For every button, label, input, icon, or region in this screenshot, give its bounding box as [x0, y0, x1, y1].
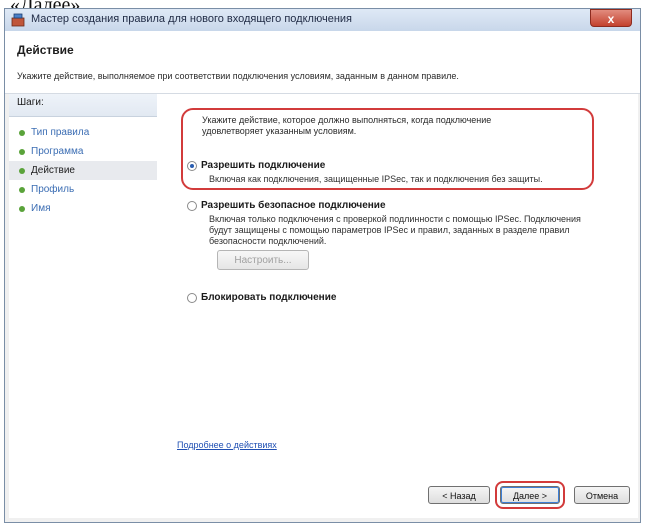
next-button[interactable]: Далее > — [500, 486, 560, 504]
back-button[interactable]: < Назад — [428, 486, 490, 504]
block-radio[interactable] — [187, 293, 197, 303]
wizard-body: Шаги: Тип правила Программа Действие Про… — [5, 94, 640, 522]
close-button[interactable]: x — [590, 9, 632, 27]
option-allow-connection[interactable]: Разрешить подключение Включая как подклю… — [187, 160, 617, 188]
step-bullet-icon — [19, 168, 25, 174]
step-rule-type[interactable]: Тип правила — [9, 123, 157, 142]
action-intro-text: Укажите действие, которое должно выполня… — [202, 115, 492, 136]
step-label: Профиль — [31, 184, 75, 195]
cancel-button[interactable]: Отмена — [574, 486, 630, 504]
wizard-window: Мастер создания правила для нового входя… — [4, 8, 641, 523]
step-bullet-icon — [19, 187, 25, 193]
steps-header: Шаги: — [9, 94, 157, 117]
step-program[interactable]: Программа — [9, 142, 157, 161]
secure-radio[interactable] — [187, 201, 197, 211]
customize-button[interactable]: Настроить... — [217, 250, 309, 270]
firewall-icon — [11, 13, 25, 27]
window-title: Мастер создания правила для нового входя… — [31, 13, 352, 25]
step-bullet-icon — [19, 130, 25, 136]
option-allow-secure-connection[interactable]: Разрешить безопасное подключение Включая… — [187, 200, 617, 246]
learn-more-link[interactable]: Подробнее о действиях — [177, 440, 277, 450]
page-header: Действие Укажите действие, выполняемое п… — [5, 31, 640, 94]
steps-panel: Шаги: Тип правила Программа Действие Про… — [9, 94, 158, 518]
option-description: Включая только подключения с проверкой п… — [209, 214, 581, 246]
option-block-connection[interactable]: Блокировать подключение — [187, 292, 617, 306]
option-label: Блокировать подключение — [201, 292, 337, 303]
option-label: Разрешить безопасное подключение — [201, 200, 386, 211]
title-bar[interactable]: Мастер создания правила для нового входя… — [5, 9, 640, 32]
step-action[interactable]: Действие — [9, 161, 157, 180]
page-title: Действие — [17, 43, 74, 57]
page-description: Укажите действие, выполняемое при соотве… — [17, 71, 459, 81]
step-label: Программа — [31, 146, 84, 157]
step-bullet-icon — [19, 206, 25, 212]
option-description: Включая как подключения, защищенные IPSe… — [209, 174, 543, 184]
step-label: Действие — [31, 165, 75, 176]
step-label: Тип правила — [31, 127, 90, 138]
step-name[interactable]: Имя — [9, 199, 157, 218]
step-profile[interactable]: Профиль — [9, 180, 157, 199]
allow-radio[interactable] — [187, 161, 197, 171]
step-bullet-icon — [19, 149, 25, 155]
action-panel: Укажите действие, которое должно выполня… — [157, 94, 638, 518]
option-label: Разрешить подключение — [201, 160, 326, 171]
step-label: Имя — [31, 203, 51, 214]
